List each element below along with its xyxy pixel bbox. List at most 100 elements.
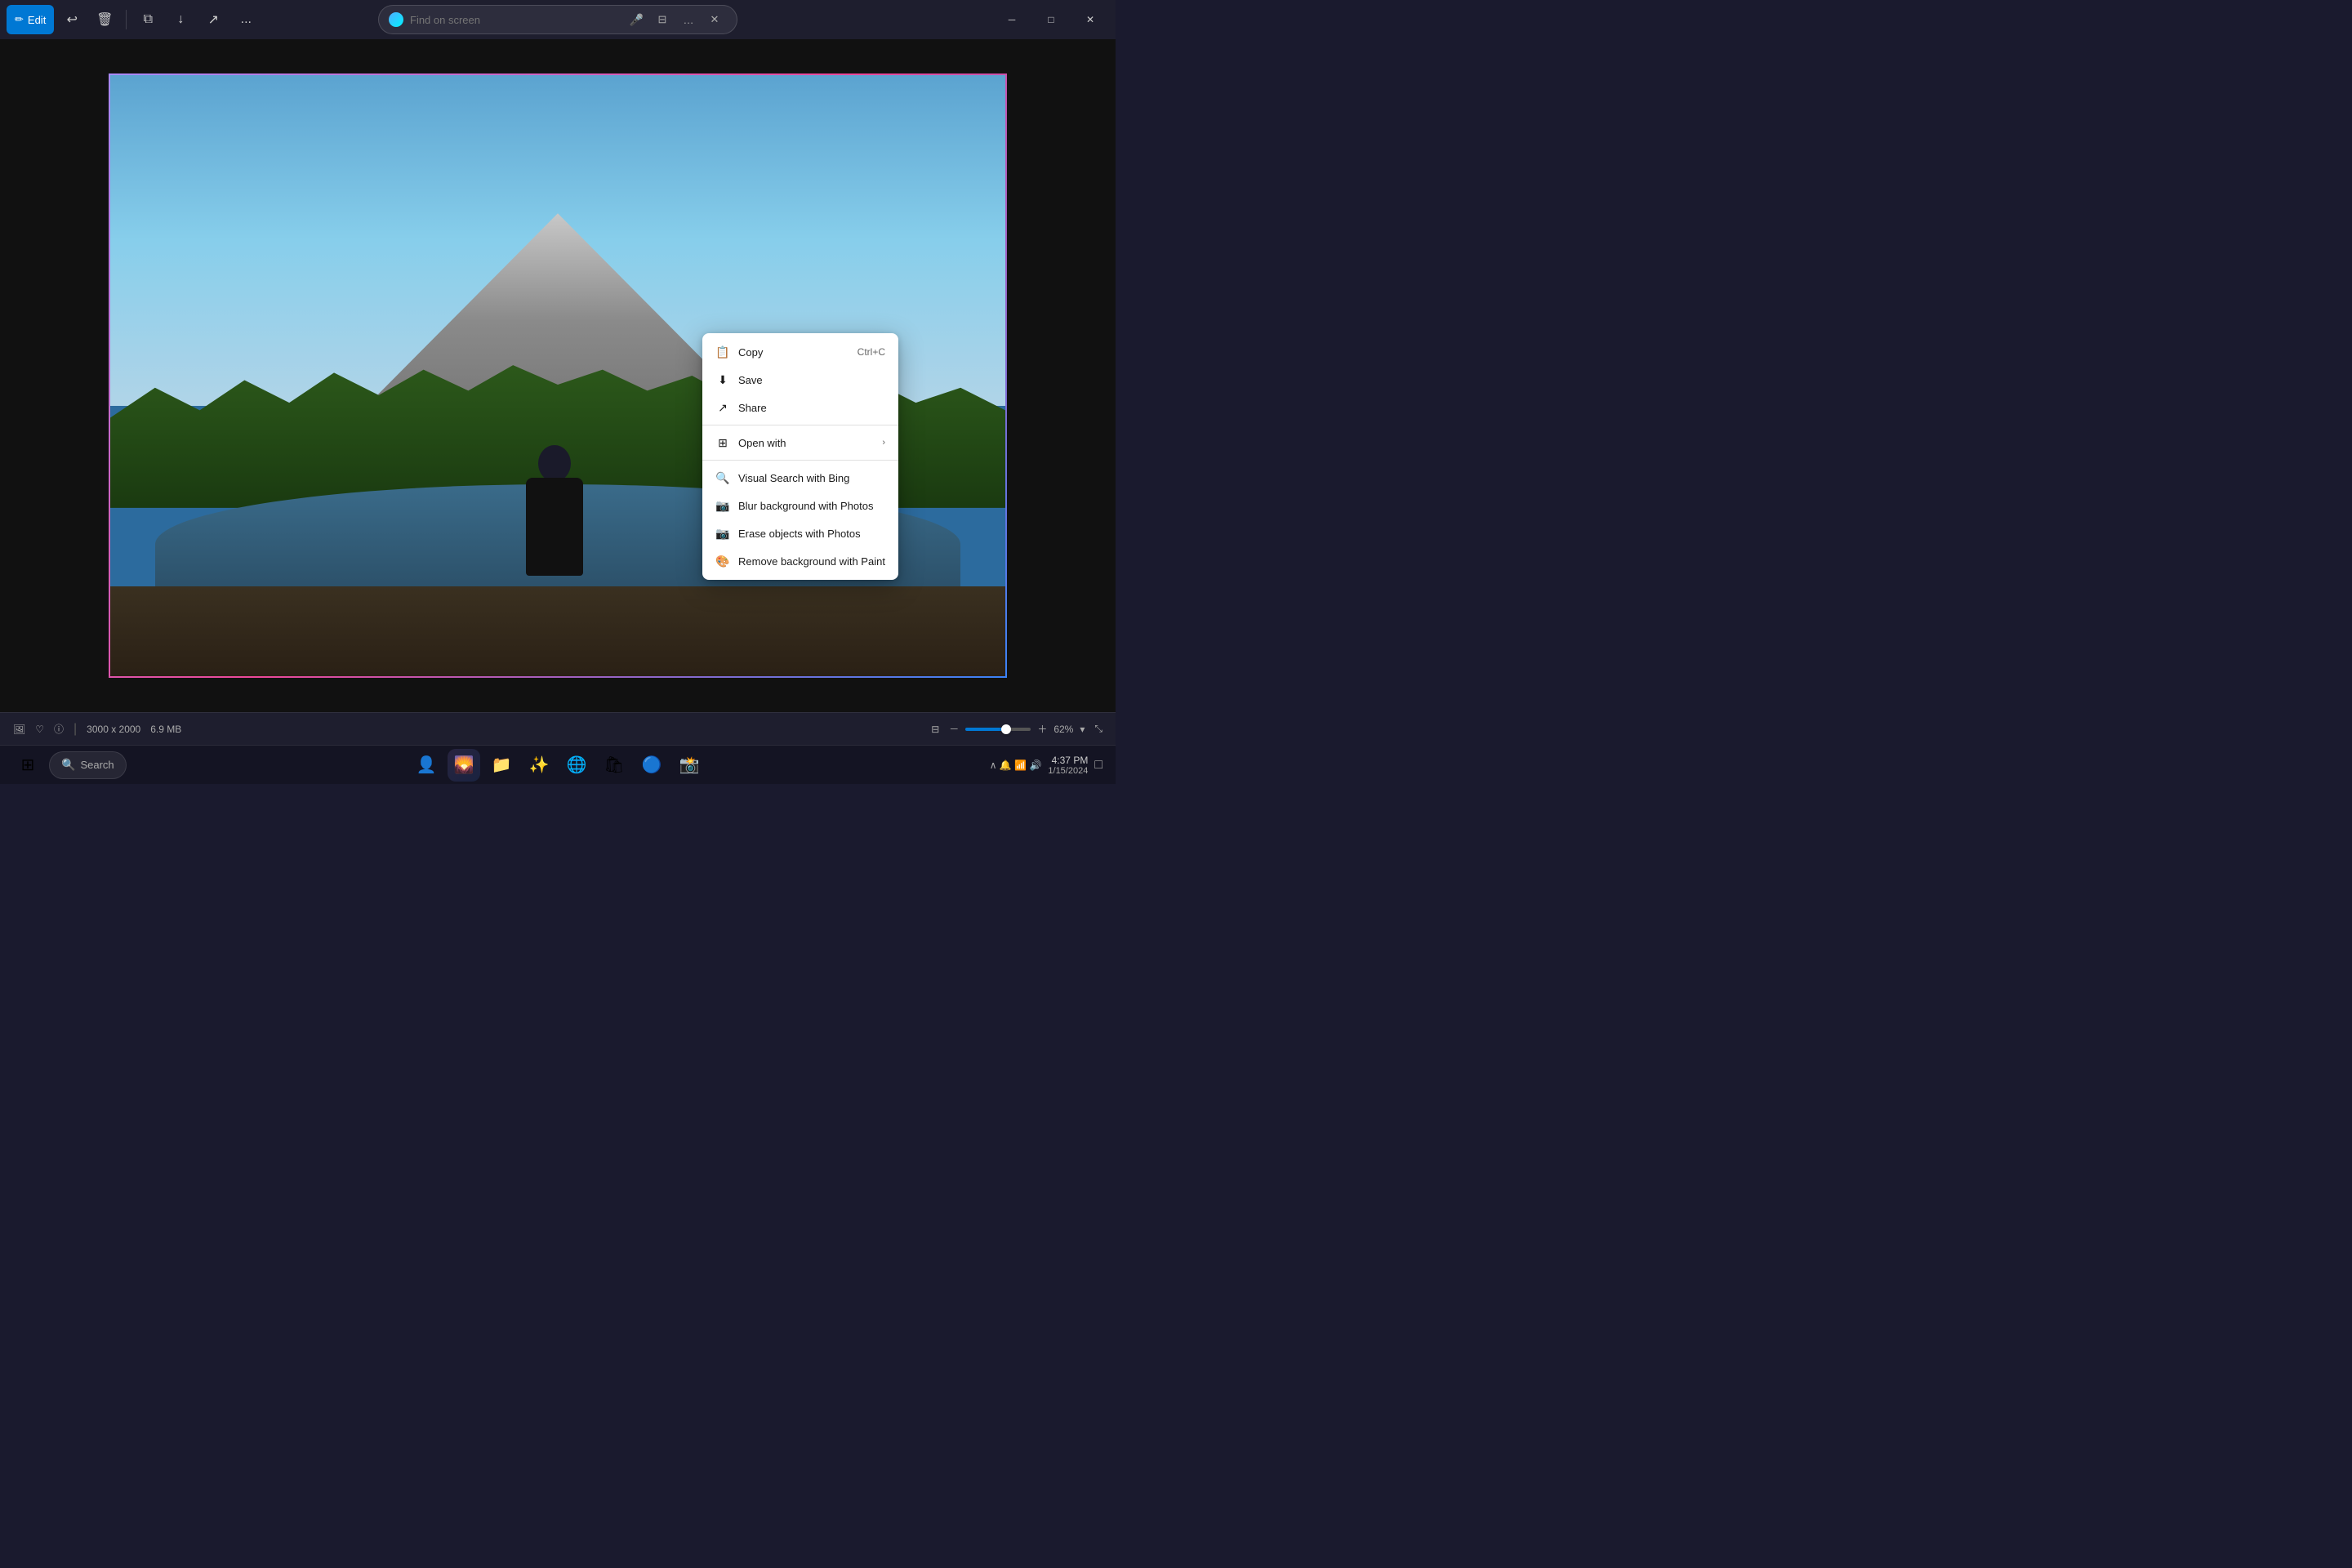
share-menu-icon: ↗ — [715, 400, 730, 415]
sys-tray-icons: ∧ 🔔 📶 🔊 — [990, 760, 1042, 771]
browser-favicon — [389, 12, 403, 27]
status-info[interactable]: ⓘ — [54, 722, 64, 736]
copy-label: Copy — [738, 346, 763, 359]
save-icon: ↓ — [177, 12, 184, 27]
menu-item-open-with[interactable]: ⊞ Open with › — [702, 429, 898, 457]
taskbar-search-box[interactable]: 🔍 Search — [49, 751, 127, 779]
save-menu-icon: ⬇ — [715, 372, 730, 387]
context-menu: 📋 Copy Ctrl+C ⬇ Save ↗ Share ⊞ Open with… — [702, 333, 898, 580]
open-with-label: Open with — [738, 437, 786, 449]
menu-item-share[interactable]: ↗ Share — [702, 394, 898, 421]
submenu-arrow-icon: › — [882, 438, 885, 448]
taskbar-app-edge[interactable]: 🌐 — [560, 749, 593, 782]
more-button[interactable]: ... — [231, 5, 261, 34]
undo-button[interactable]: ↩ — [57, 5, 87, 34]
copy-menu-icon: 📋 — [715, 345, 730, 359]
expand-icon[interactable]: ⤡ — [1094, 723, 1102, 735]
clock[interactable]: 4:37 PM 1/15/2024 — [1048, 755, 1088, 776]
address-extra-buttons: ⊟ … ✕ — [650, 7, 727, 32]
save-label: Save — [738, 374, 763, 386]
notification-icon[interactable]: □ — [1094, 758, 1102, 773]
share-icon: ↗ — [208, 11, 219, 28]
copy-shortcut: Ctrl+C — [858, 346, 885, 358]
close-tab-button[interactable]: ✕ — [702, 7, 727, 32]
search-input[interactable] — [410, 14, 623, 26]
menu-divider-2 — [702, 460, 898, 461]
zoom-out-icon[interactable]: － — [949, 722, 959, 736]
taskbar-app-photos[interactable]: 📸 — [673, 749, 706, 782]
menu-item-save[interactable]: ⬇ Save — [702, 366, 898, 394]
ground-layer — [110, 586, 1005, 676]
person-head — [538, 445, 571, 482]
delete-button[interactable]: 🗑 — [90, 5, 119, 34]
menu-item-blur-bg[interactable]: 📷 Blur background with Photos — [702, 492, 898, 519]
menu-item-remove-bg[interactable]: 🎨 Remove background with Paint — [702, 547, 898, 575]
titlebar: ✏ Edit ↩ 🗑 ⧉ ↓ ↗ ... 🎤 ⊟ … ✕ ✂ ⊞ ☁ ─ □ — [0, 0, 1116, 39]
taskbar-app-person[interactable]: 👤 — [410, 749, 443, 782]
zoom-slider[interactable] — [965, 728, 1031, 731]
collections-icon[interactable]: ⊟ — [650, 7, 675, 32]
bing-icon: 🔍 — [715, 470, 730, 485]
blur-bg-label: Blur background with Photos — [738, 500, 873, 512]
copy-icon: ⧉ — [144, 12, 153, 27]
maximize-button[interactable]: □ — [1032, 7, 1070, 33]
windows-icon: ⊞ — [21, 755, 35, 775]
info-icon: ⓘ — [54, 722, 64, 736]
zoom-in-icon[interactable]: ＋ — [1037, 722, 1047, 736]
status-photo-icon[interactable]: 🖼 — [13, 724, 25, 735]
clock-date: 1/15/2024 — [1048, 766, 1088, 776]
statusbar: 🖼 ♡ ⓘ | 3000 x 2000 6.9 MB ⊟ － ＋ 62% ▾ ⤡ — [0, 712, 1116, 745]
clock-time: 4:37 PM — [1048, 755, 1088, 766]
person-body — [526, 478, 583, 576]
taskbar-app-store[interactable]: 🛍 — [598, 749, 630, 782]
photo-status-icon: 🖼 — [13, 724, 25, 735]
edit-icon: ✏ — [15, 13, 24, 26]
window-controls: ─ □ ✕ — [993, 7, 1109, 33]
zoom-dropdown-icon[interactable]: ▾ — [1080, 724, 1085, 735]
trash-icon: 🗑 — [96, 11, 113, 28]
taskbar-search-label: Search — [80, 759, 114, 771]
share-button[interactable]: ↗ — [198, 5, 228, 34]
taskbar-app-bing[interactable]: 🔵 — [635, 749, 668, 782]
main-content: 📋 Copy Ctrl+C ⬇ Save ↗ Share ⊞ Open with… — [0, 39, 1116, 712]
statusbar-right: ⊟ － ＋ 62% ▾ ⤡ — [931, 722, 1102, 736]
save-button[interactable]: ↓ — [166, 5, 195, 34]
taskbar-app-explorer[interactable]: 📁 — [485, 749, 518, 782]
copy-button[interactable]: ⧉ — [133, 5, 163, 34]
photos-erase-icon: 📷 — [715, 526, 730, 541]
fullscreen-icon[interactable]: ⊟ — [931, 724, 939, 735]
person-silhouette — [522, 445, 587, 592]
open-with-icon: ⊞ — [715, 435, 730, 450]
taskbar-app-copilot[interactable]: ✨ — [523, 749, 555, 782]
menu-item-visual-search[interactable]: 🔍 Visual Search with Bing — [702, 464, 898, 492]
minimize-button[interactable]: ─ — [993, 7, 1031, 33]
menu-item-copy[interactable]: 📋 Copy Ctrl+C — [702, 338, 898, 366]
separator — [126, 10, 127, 29]
status-filesize: 6.9 MB — [150, 724, 181, 735]
close-button[interactable]: ✕ — [1071, 7, 1109, 33]
address-bar[interactable]: 🎤 ⊟ … ✕ — [378, 5, 737, 34]
filesize-label: 6.9 MB — [150, 724, 181, 735]
taskbar-system-tray: ∧ 🔔 📶 🔊 4:37 PM 1/15/2024 □ — [990, 755, 1102, 776]
dimensions-label: 3000 x 2000 — [87, 724, 140, 735]
edit-label: Edit — [28, 14, 46, 26]
taskbar-app-ai[interactable]: 🌄 — [448, 749, 480, 782]
menu-item-erase-objects[interactable]: 📷 Erase objects with Photos — [702, 519, 898, 547]
erase-objects-label: Erase objects with Photos — [738, 528, 861, 540]
start-button[interactable]: ⊞ — [13, 751, 42, 780]
zoom-control: － ＋ 62% ▾ — [949, 722, 1085, 736]
search-icon: 🔍 — [61, 758, 75, 772]
remove-bg-label: Remove background with Paint — [738, 555, 885, 568]
status-dimensions: 3000 x 2000 — [87, 724, 140, 735]
taskbar: ⊞ 🔍 Search 👤 🌄 📁 ✨ 🌐 🛍 🔵 📸 ∧ 🔔 📶 🔊 4:37 … — [0, 745, 1116, 784]
heart-icon: ♡ — [35, 724, 44, 735]
mic-icon[interactable]: 🎤 — [630, 13, 644, 27]
photos-blur-icon: 📷 — [715, 498, 730, 513]
undo-icon: ↩ — [67, 11, 78, 28]
zoom-percent-label: 62% — [1054, 724, 1073, 735]
edit-button[interactable]: ✏ Edit — [7, 5, 54, 34]
taskbar-center-apps: 👤 🌄 📁 ✨ 🌐 🛍 🔵 📸 — [410, 749, 706, 782]
status-separator: | — [74, 722, 77, 737]
status-heart[interactable]: ♡ — [35, 724, 44, 735]
more-addr-button[interactable]: … — [676, 7, 701, 32]
